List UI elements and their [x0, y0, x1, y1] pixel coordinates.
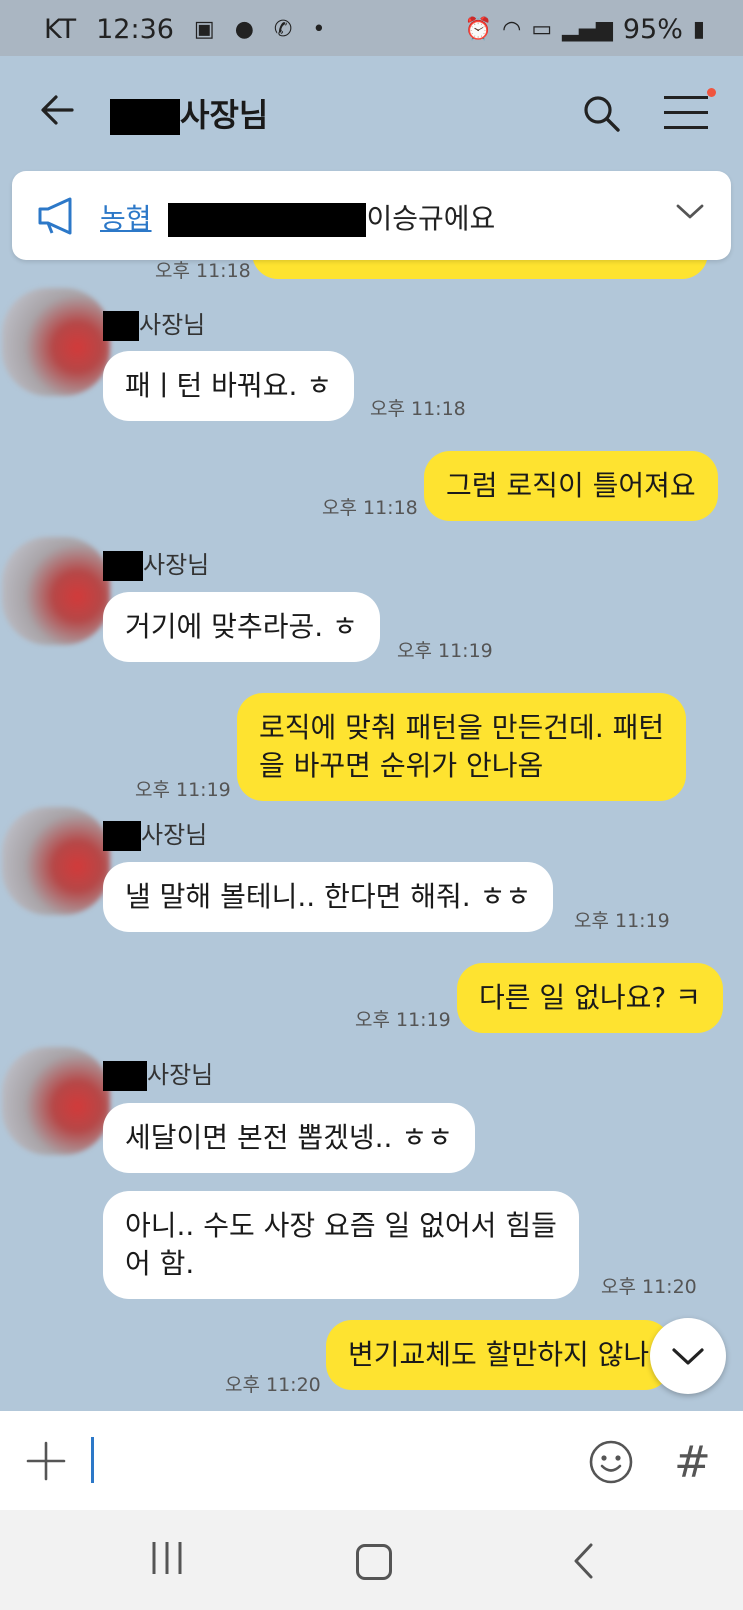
search-icon[interactable] — [582, 94, 622, 134]
message-bubble-outgoing[interactable]: 로직에 맞춰 패턴을 만든건데. 패턴 을 바꾸면 순위가 안나옴 — [237, 693, 687, 801]
back-icon[interactable] — [572, 1542, 594, 1580]
avatar[interactable] — [2, 288, 110, 396]
clock: 12:36 — [96, 14, 174, 45]
redacted-block — [103, 821, 141, 851]
redacted-block — [103, 311, 139, 341]
message-bubble-incoming[interactable]: 아니.. 수도 사장 요즘 일 없어서 힘들 어 함. — [103, 1191, 579, 1299]
menu-icon[interactable] — [664, 88, 716, 141]
message-bubble-incoming[interactable]: 패ㅣ턴 바꿔요. ㅎ — [103, 351, 355, 421]
chevron-down-icon[interactable] — [675, 201, 705, 221]
signal-icon: ▂▄▆ — [562, 17, 613, 42]
emoji-icon[interactable] — [588, 1439, 634, 1485]
message-bubble-incoming[interactable]: 세달이면 본전 뽑겠넹.. ㅎㅎ — [103, 1103, 475, 1173]
plus-icon[interactable] — [26, 1441, 66, 1481]
notice-text: 농협 이승규에요 — [100, 197, 495, 237]
dot-icon: • — [312, 17, 326, 42]
home-icon[interactable] — [356, 1544, 392, 1580]
message-bubble-incoming[interactable]: 낼 말해 볼테니.. 한다면 해줘. ㅎㅎ — [103, 862, 554, 932]
sender-name: 사장님 — [103, 1055, 213, 1091]
megaphone-icon — [38, 197, 72, 235]
redacted-block — [103, 551, 143, 581]
redacted-block — [168, 203, 367, 237]
message-time: 오후 11:20 — [225, 1374, 321, 1396]
message-bubble-outgoing[interactable]: 변기교체도 할만하지 않나 — [326, 1320, 672, 1390]
message-time: 오후 11:19 — [574, 910, 670, 932]
redacted-block — [110, 99, 180, 135]
call-icon: ✆ — [273, 17, 293, 42]
redacted-block — [103, 1061, 147, 1091]
message-time: 오후 11:18 — [370, 398, 466, 420]
recent-apps-icon[interactable] — [150, 1540, 184, 1576]
message-time: 오후 11:19 — [355, 1009, 451, 1031]
back-arrow-icon[interactable] — [38, 90, 78, 130]
sender-name: 사장님 — [103, 305, 205, 341]
wifi-icon: ◠ — [502, 17, 522, 42]
hashtag-icon[interactable]: # — [674, 1437, 711, 1488]
system-navigation-bar — [0, 1510, 743, 1610]
message-line: 아니.. 수도 사장 요즘 일 없어서 힘들 — [125, 1209, 557, 1242]
sender-name: 사장님 — [103, 545, 209, 581]
message-line: 로직에 맞춰 패턴을 만든건데. 패턴 — [259, 711, 665, 744]
scroll-to-bottom-button[interactable] — [650, 1318, 726, 1394]
message-time: 오후 11:19 — [397, 640, 493, 662]
sender-name: 사장님 — [103, 815, 207, 851]
chevron-down-icon — [672, 1348, 704, 1365]
pinned-notice[interactable]: 농협 이승규에요 — [12, 171, 731, 260]
avatar[interactable] — [2, 807, 110, 915]
message-time: 오후 11:18 — [322, 497, 418, 519]
battery-icon: ▮ — [692, 17, 705, 42]
avatar[interactable] — [2, 537, 110, 645]
chat-title: 사장님 — [110, 90, 268, 136]
message-bubble-outgoing[interactable]: 다른 일 없나요? ㅋ — [457, 963, 723, 1033]
notice-suffix: 이승규에요 — [366, 202, 496, 235]
message-time: 오후 11:20 — [601, 1276, 697, 1298]
message-line: 어 함. — [125, 1247, 195, 1280]
chat-header: 사장님 — [0, 56, 743, 171]
notice-link[interactable]: 농협 — [100, 202, 152, 235]
chat-title-text: 사장님 — [180, 96, 269, 134]
message-time: 오후 11:18 — [155, 260, 251, 282]
hd-icon: ▭ — [531, 17, 553, 42]
message-line: 을 바꾸면 순위가 안나옴 — [259, 749, 544, 782]
notification-dot — [707, 88, 716, 97]
talk-icon: ● — [234, 17, 254, 42]
message-time: 오후 11:19 — [135, 779, 231, 801]
alarm-icon: ⏰ — [464, 17, 493, 42]
carrier: KT — [44, 14, 77, 45]
status-bar: KT 12:36 ▣ ● ✆ • ⏰ ◠ ▭ ▂▄▆ 95% ▮ — [0, 0, 743, 56]
message-bubble-outgoing[interactable]: 그럼 로직이 틀어져요 — [424, 451, 718, 521]
message-bubble-incoming[interactable]: 거기에 맞추라공. ㅎ — [103, 592, 380, 662]
chat-messages: 오후 11:18 사장님 패ㅣ턴 바꿔요. ㅎ 오후 11:18 그럼 로직이 … — [0, 171, 743, 1411]
image-icon: ▣ — [193, 17, 215, 42]
battery-level: 95% — [622, 14, 683, 45]
message-input-bar: # — [0, 1411, 743, 1510]
message-input[interactable] — [91, 1437, 94, 1483]
avatar[interactable] — [2, 1047, 110, 1155]
